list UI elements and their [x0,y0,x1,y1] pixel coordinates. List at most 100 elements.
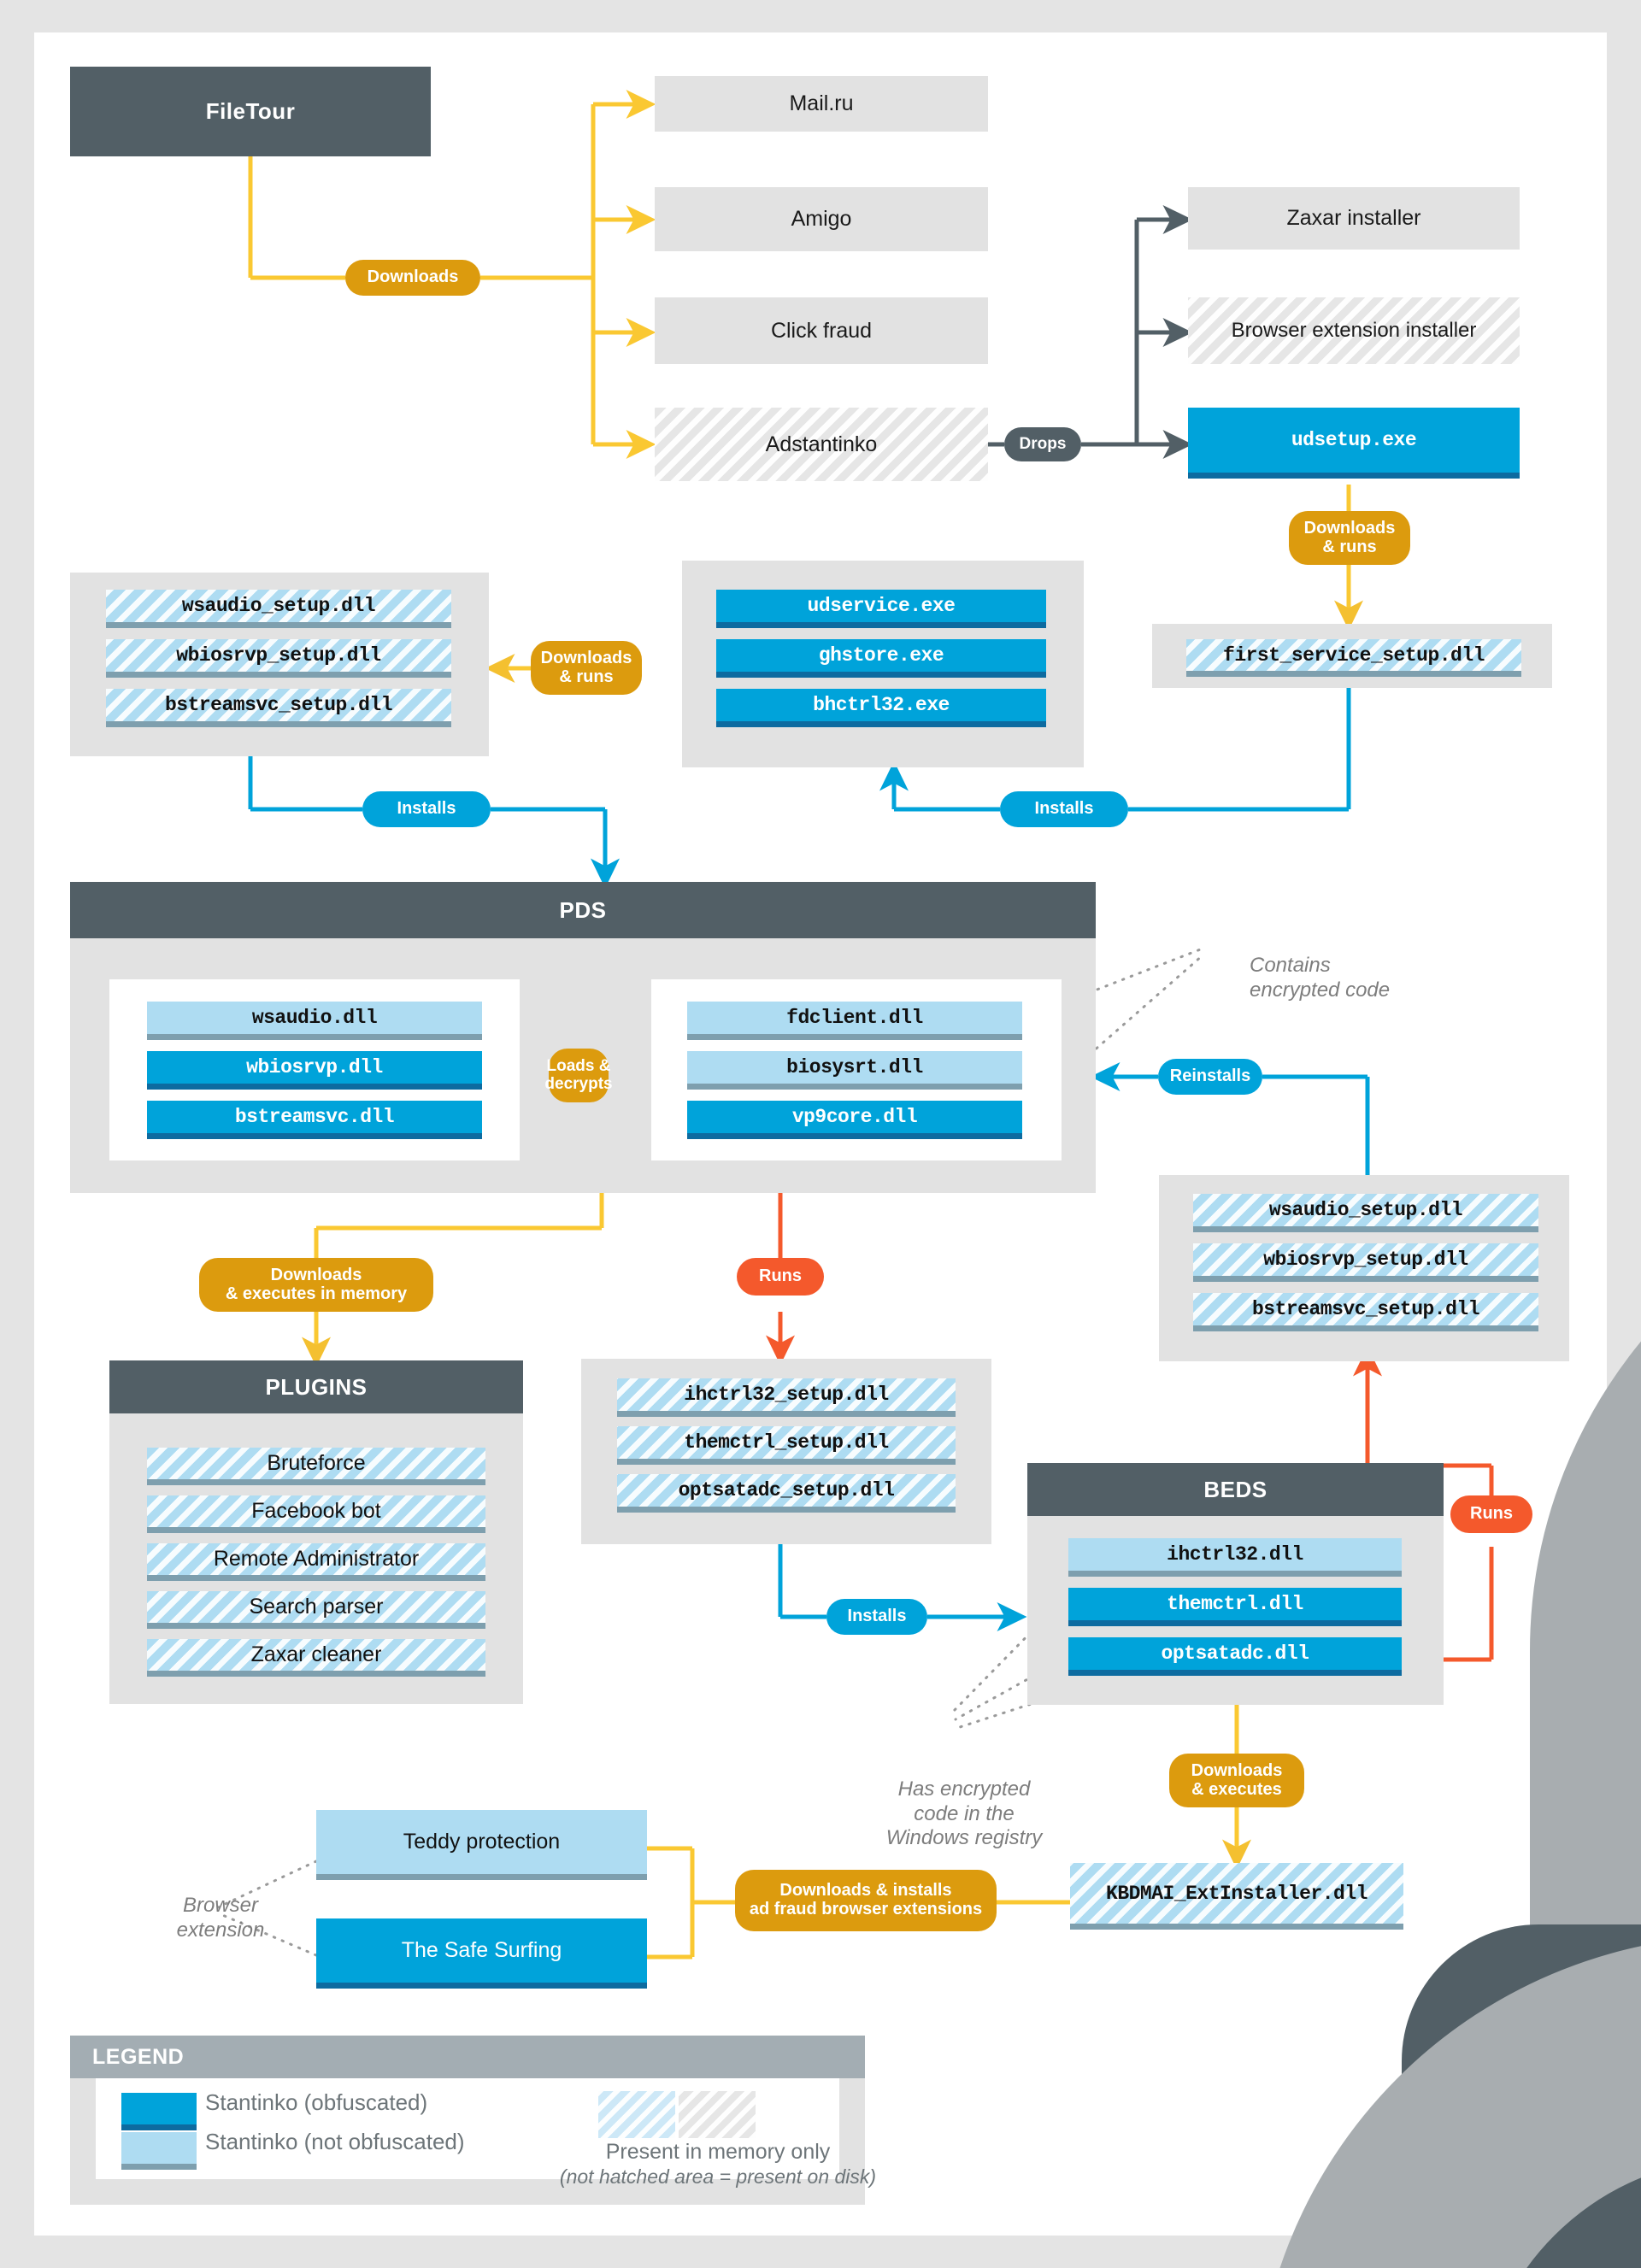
chip-bhctrl32-exe[interactable]: bhctrl32.exe [716,689,1046,727]
diagram-canvas: FileTour Mail.ru Amigo Click fraud Adsta… [0,0,1641,2268]
edge-label-downloads-executes: Downloads & executes [1169,1754,1304,1807]
lock-icon-registry [921,1699,1641,2268]
header-beds-label: BEDS [1203,1476,1268,1502]
node-click-fraud-label: Click fraud [770,318,873,343]
chip-plugin-remote-administrator-label: Remote Administrator [213,1547,420,1571]
node-browser-extension-installer-label: Browser extension installer [1231,319,1477,342]
legend-swatch-hatched-grey [679,2091,756,2138]
node-filetour[interactable]: FileTour [70,67,431,156]
edge-label-loads-decrypts-text: Loads & decrypts [544,1056,613,1093]
legend-swatch-obfuscated [121,2093,197,2130]
annotation-registry-encrypted-text: Has encrypted code in the Windows regist… [885,1777,1043,1849]
chip-plugin-bruteforce[interactable]: Bruteforce [147,1448,485,1485]
edge-label-runs-pds: Runs [737,1258,824,1296]
edge-label-installs-left-text: Installs [397,799,456,819]
chip-plugin-remote-administrator[interactable]: Remote Administrator [147,1543,485,1581]
node-safe-surfing[interactable]: The Safe Surfing [316,1918,647,1989]
chip-themctrl-dll[interactable]: themctrl.dll [1068,1588,1402,1626]
edge-label-runs-beds: Runs [1450,1495,1532,1533]
chip-wsaudio-setup-right-label: wsaudio_setup.dll [1268,1199,1463,1221]
chip-optsatadc-setup-label: optsatadc_setup.dll [678,1479,895,1501]
legend-label-obfuscated-text: Stantinko (obfuscated) [205,2089,428,2115]
chip-fdclient-dll[interactable]: fdclient.dll [687,1002,1022,1040]
node-kbdmai-extinstaller-label: KBDMAI_ExtInstaller.dll [1106,1882,1368,1905]
edge-label-reinstalls: Reinstalls [1158,1059,1262,1095]
chip-udservice-exe-label: udservice.exe [807,595,956,617]
node-mail-ru[interactable]: Mail.ru [655,76,988,132]
node-adstantinko[interactable]: Adstantinko [655,408,988,481]
node-udsetup-exe-label: udsetup.exe [1291,429,1417,451]
chip-bstreamsvc-setup-left-label: bstreamsvc_setup.dll [164,694,393,716]
chip-optsatadc-dll-label: optsatadc.dll [1161,1642,1309,1665]
chip-fdclient-dll-label: fdclient.dll [786,1007,923,1029]
chip-themctrl-setup[interactable]: themctrl_setup.dll [617,1426,956,1465]
node-browser-extension-installer[interactable]: Browser extension installer [1188,297,1520,364]
chip-optsatadc-dll[interactable]: optsatadc.dll [1068,1637,1402,1676]
chip-bstreamsvc-setup-right[interactable]: bstreamsvc_setup.dll [1193,1293,1538,1331]
chip-plugin-search-parser[interactable]: Search parser [147,1591,485,1629]
chip-ghstore-exe-label: ghstore.exe [818,644,944,667]
chip-optsatadc-setup[interactable]: optsatadc_setup.dll [617,1474,956,1513]
edge-label-downloads-runs-left-text: Downloads & runs [540,648,632,686]
chip-bstreamsvc-dll[interactable]: bstreamsvc.dll [147,1101,482,1139]
chip-vp9core-dll[interactable]: vp9core.dll [687,1101,1022,1139]
legend-label-memory-only-sub: (not hatched area = present on disk) [521,2165,915,2189]
edge-label-downloads-executes-text: Downloads & executes [1191,1760,1283,1799]
chip-bstreamsvc-setup-left[interactable]: bstreamsvc_setup.dll [106,689,451,727]
node-kbdmai-extinstaller[interactable]: KBDMAI_ExtInstaller.dll [1070,1863,1403,1930]
chip-themctrl-dll-label: themctrl.dll [1167,1593,1303,1615]
legend-swatch-not-obfuscated [121,2132,197,2170]
chip-wsaudio-dll[interactable]: wsaudio.dll [147,1002,482,1040]
chip-first-service-setup-label: first_service_setup.dll [1223,643,1485,667]
edge-label-downloads-executes-memory: Downloads & executes in memory [199,1258,433,1312]
edge-label-drops-text: Drops [1019,434,1067,453]
edge-label-runs-pds-text: Runs [759,1266,802,1286]
legend-swatch-hatched-blue [598,2091,675,2138]
chip-wbiosrvp-setup-left[interactable]: wbiosrvp_setup.dll [106,639,451,678]
edge-label-reinstalls-text: Reinstalls [1169,1066,1251,1086]
chip-wbiosrvp-setup-right[interactable]: wbiosrvp_setup.dll [1193,1243,1538,1282]
chip-vp9core-dll-label: vp9core.dll [791,1106,918,1128]
annotation-browser-extension: Browser extension [144,1870,297,1942]
chip-wbiosrvp-dll[interactable]: wbiosrvp.dll [147,1051,482,1090]
chip-wbiosrvp-setup-right-label: wbiosrvp_setup.dll [1263,1249,1468,1271]
node-adstantinko-label: Adstantinko [765,432,878,456]
edge-label-downloads-installs-ext-text: Downloads & installs ad fraud browser ex… [749,1881,983,1918]
legend-label-not-obfuscated-text: Stantinko (not obfuscated) [205,2129,465,2154]
node-amigo[interactable]: Amigo [655,187,988,251]
header-beds: BEDS [1027,1463,1444,1516]
chip-wsaudio-setup-right[interactable]: wsaudio_setup.dll [1193,1194,1538,1232]
chip-first-service-setup[interactable]: first_service_setup.dll [1186,639,1521,677]
annotation-contains-encrypted-code-text: Contains encrypted code [1250,954,1391,1002]
chip-plugin-search-parser-label: Search parser [249,1595,384,1619]
edge-label-installs-beds-text: Installs [847,1607,907,1626]
edge-label-downloads-installs-ext: Downloads & installs ad fraud browser ex… [735,1870,997,1931]
header-pds-label: PDS [559,896,607,923]
node-teddy-protection[interactable]: Teddy protection [316,1810,647,1880]
node-click-fraud[interactable]: Click fraud [655,297,988,364]
chip-plugin-zaxar-cleaner[interactable]: Zaxar cleaner [147,1639,485,1677]
node-udsetup-exe[interactable]: udsetup.exe [1188,408,1520,479]
chip-ghstore-exe[interactable]: ghstore.exe [716,639,1046,678]
annotation-contains-encrypted-code: Contains encrypted code [1250,930,1497,1002]
chip-wbiosrvp-setup-left-label: wbiosrvp_setup.dll [176,644,381,667]
edge-label-installs-right: Installs [1000,791,1128,827]
chip-ihctrl32-setup[interactable]: ihctrl32_setup.dll [617,1378,956,1417]
legend-label-memory-only-text: Present in memory only [605,2140,831,2164]
edge-label-runs-beds-text: Runs [1470,1504,1513,1524]
chip-biosysrt-dll[interactable]: biosysrt.dll [687,1051,1022,1090]
chip-wsaudio-setup-left-label: wsaudio_setup.dll [181,595,376,617]
node-zaxar-installer[interactable]: Zaxar installer [1188,187,1520,250]
chip-wsaudio-setup-left[interactable]: wsaudio_setup.dll [106,590,451,628]
legend-header-label: LEGEND [92,2044,185,2069]
lock-icon-encrypted-code [1197,927,1641,2268]
legend-label-memory-only-sub-text: (not hatched area = present on disk) [559,2165,877,2188]
chip-plugin-bruteforce-label: Bruteforce [267,1451,366,1475]
chip-plugin-facebook-bot[interactable]: Facebook bot [147,1495,485,1533]
chip-ihctrl32-dll[interactable]: ihctrl32.dll [1068,1538,1402,1577]
header-plugins-label: PLUGINS [265,1373,368,1400]
chip-udservice-exe[interactable]: udservice.exe [716,590,1046,628]
chip-plugin-facebook-bot-label: Facebook bot [251,1499,381,1523]
chip-ihctrl32-setup-label: ihctrl32_setup.dll [684,1384,889,1406]
edge-label-downloads-text: Downloads [367,267,459,287]
